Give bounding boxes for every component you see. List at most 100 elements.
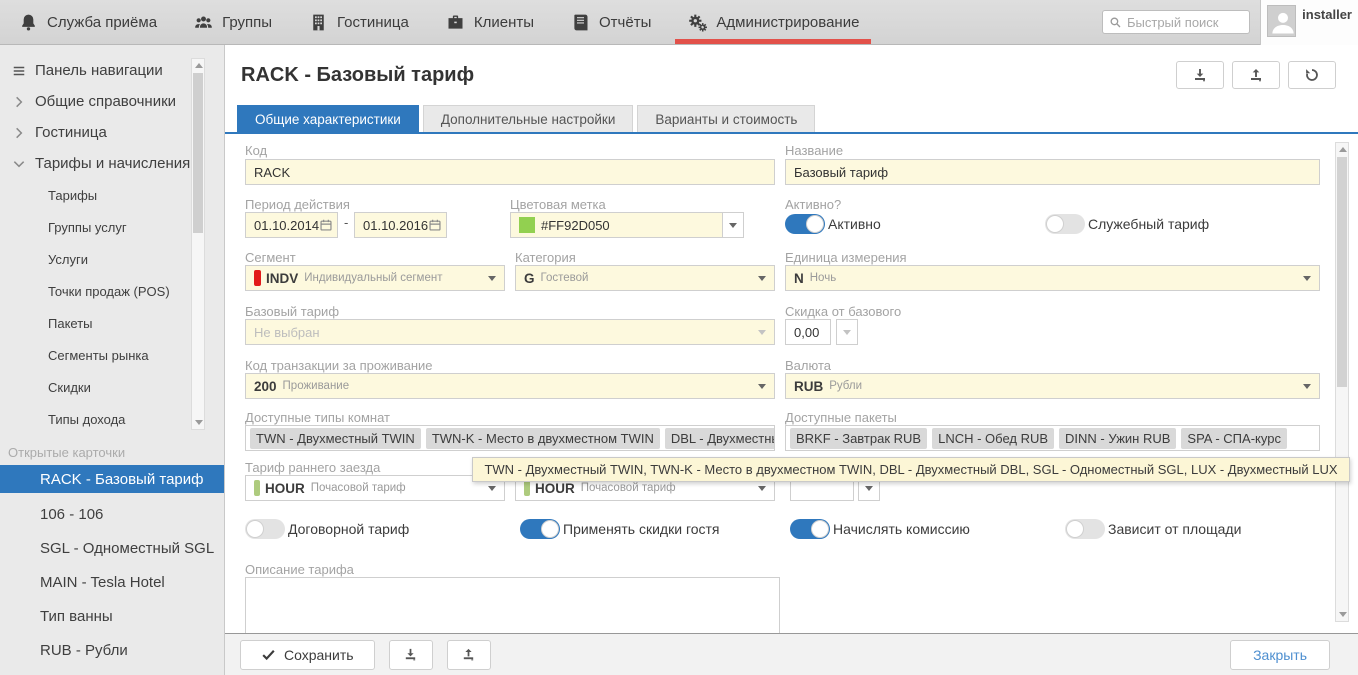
open-card-bath-type[interactable]: Тип ванны [0,599,224,633]
nav-groups[interactable]: Группы [175,0,290,44]
description-label: Описание тарифа [245,562,354,577]
tab-general[interactable]: Общие характеристики [237,105,419,132]
close-button-label: Закрыть [1253,647,1307,663]
hour-code: HOUR [535,481,575,496]
base-rate-label: Базовый тариф [245,304,339,319]
unit-name: Ночь [810,272,836,284]
code-field[interactable]: RACK [245,159,775,185]
history-button[interactable] [1288,61,1336,89]
active-toggle[interactable] [785,214,825,234]
currency-dropdown[interactable]: RUB Рубли [785,373,1320,399]
sidebar-group-label: Гостиница [35,124,107,141]
bell-icon [18,12,39,33]
nav-label: Группы [222,14,272,31]
scroll-up-arrow[interactable] [1339,147,1347,152]
room-type-chip[interactable]: DBL - Двухместный [665,428,775,449]
footer-import-button[interactable] [447,640,491,670]
page-title: RACK - Базовый тариф [241,64,474,87]
active-label: Активно? [785,197,841,212]
calendar-icon[interactable] [428,218,442,232]
discount-field[interactable]: 0,00 [785,319,831,345]
unit-dropdown[interactable]: N Ночь [785,265,1320,291]
color-tag-field[interactable]: #FF92D050 [510,212,723,238]
form-scrollbar[interactable] [1335,142,1349,622]
color-tag-dropdown-button[interactable] [722,212,744,238]
sidebar-group-label: Тарифы и начисления [35,155,190,172]
package-chip[interactable]: SPA - СПА-курс [1181,428,1287,449]
name-value: Базовый тариф [794,165,888,180]
code-value: RACK [254,165,290,180]
package-chip[interactable]: BRKF - Завтрак RUB [790,428,927,449]
footer-export-button[interactable] [389,640,433,670]
transaction-name: Проживание [283,380,350,392]
guest-discounts-label: Применять скидки гостя [563,521,720,537]
nav-clients[interactable]: Клиенты [427,0,552,44]
commission-toggle[interactable] [790,519,830,539]
open-card-sgl[interactable]: SGL - Одноместный SGL [0,531,224,565]
contract-tariff-toggle[interactable] [245,519,285,539]
import-button[interactable] [1232,61,1280,89]
package-chip[interactable]: DINN - Ужин RUB [1059,428,1176,449]
early-checkin-dropdown[interactable]: HOUR Почасовой тариф [245,475,505,501]
early-checkin-swatch [254,480,260,496]
caret-down-icon [758,276,766,281]
nav-administration[interactable]: Администрирование [669,0,877,44]
open-card-106[interactable]: 106 - 106 [0,497,224,531]
period-from-value: 01.10.2014 [254,218,319,233]
tab-additional-settings[interactable]: Дополнительные настройки [423,105,634,132]
period-separator: - [344,215,348,230]
briefcase-icon [445,12,466,33]
code-label: Код [245,143,267,158]
segment-dropdown[interactable]: INDV Индивидуальный сегмент [245,265,505,291]
service-tariff-toggle[interactable] [1045,214,1085,234]
name-field[interactable]: Базовый тариф [785,159,1320,185]
period-to-field[interactable]: 01.10.2016 [354,212,447,238]
room-type-chip[interactable]: TWN-K - Место в двухместном TWIN [426,428,660,449]
transaction-dropdown[interactable]: 200 Проживание [245,373,775,399]
open-card-rub[interactable]: RUB - Рубли [0,633,224,667]
category-dropdown[interactable]: G Гостевой [515,265,775,291]
quick-search[interactable] [1102,10,1250,34]
scroll-up-arrow[interactable] [195,63,203,68]
scroll-thumb[interactable] [193,73,203,233]
chevron-right-icon [12,126,26,140]
open-cards-header: Открытые карточки [0,439,224,465]
upload-icon [461,647,476,662]
guest-discounts-toggle[interactable] [520,519,560,539]
area-dependent-toggle[interactable] [1065,519,1105,539]
room-type-chip[interactable]: TWN - Двухместный TWIN [250,428,421,449]
book-icon [570,12,591,33]
avatar [1267,5,1296,37]
main-header: RACK - Базовый тариф [225,45,1358,105]
form-footer: Сохранить Закрыть [225,633,1358,675]
calendar-icon[interactable] [319,218,333,232]
discount-value: 0,00 [794,325,819,340]
tab-variants-prices[interactable]: Варианты и стоимость [637,105,815,132]
scroll-thumb[interactable] [1337,157,1347,387]
close-button[interactable]: Закрыть [1230,640,1330,670]
period-from-field[interactable]: 01.10.2014 [245,212,338,238]
save-button-label: Сохранить [284,647,354,663]
caret-down-icon [758,330,766,335]
user-menu[interactable]: installer [1260,0,1358,45]
open-card-rack[interactable]: RACK - Базовый тариф [0,465,224,493]
nav-hotel[interactable]: Гостиница [290,0,427,44]
category-name: Гостевой [541,272,589,284]
room-types-field[interactable]: TWN - Двухместный TWIN TWN-K - Место в д… [245,425,775,451]
area-dependent-toggle-row: Зависит от площади [1065,519,1241,539]
nav-reports[interactable]: Отчёты [552,0,669,44]
scroll-down-arrow[interactable] [1339,612,1347,617]
open-card-main[interactable]: MAIN - Tesla Hotel [0,565,224,599]
service-tariff-label: Служебный тариф [1088,216,1209,232]
packages-field[interactable]: BRKF - Завтрак RUB LNCH - Обед RUB DINN … [785,425,1320,451]
export-button[interactable] [1176,61,1224,89]
description-textarea[interactable] [245,577,780,633]
save-button[interactable]: Сохранить [240,640,375,670]
sidebar-scrollbar[interactable] [191,58,205,430]
package-chip[interactable]: LNCH - Обед RUB [932,428,1054,449]
search-input[interactable] [1127,15,1243,30]
scroll-down-arrow[interactable] [195,420,203,425]
chevron-right-icon [12,95,26,109]
discount-dropdown-button [836,319,858,345]
nav-front-desk[interactable]: Служба приёма [0,0,175,44]
